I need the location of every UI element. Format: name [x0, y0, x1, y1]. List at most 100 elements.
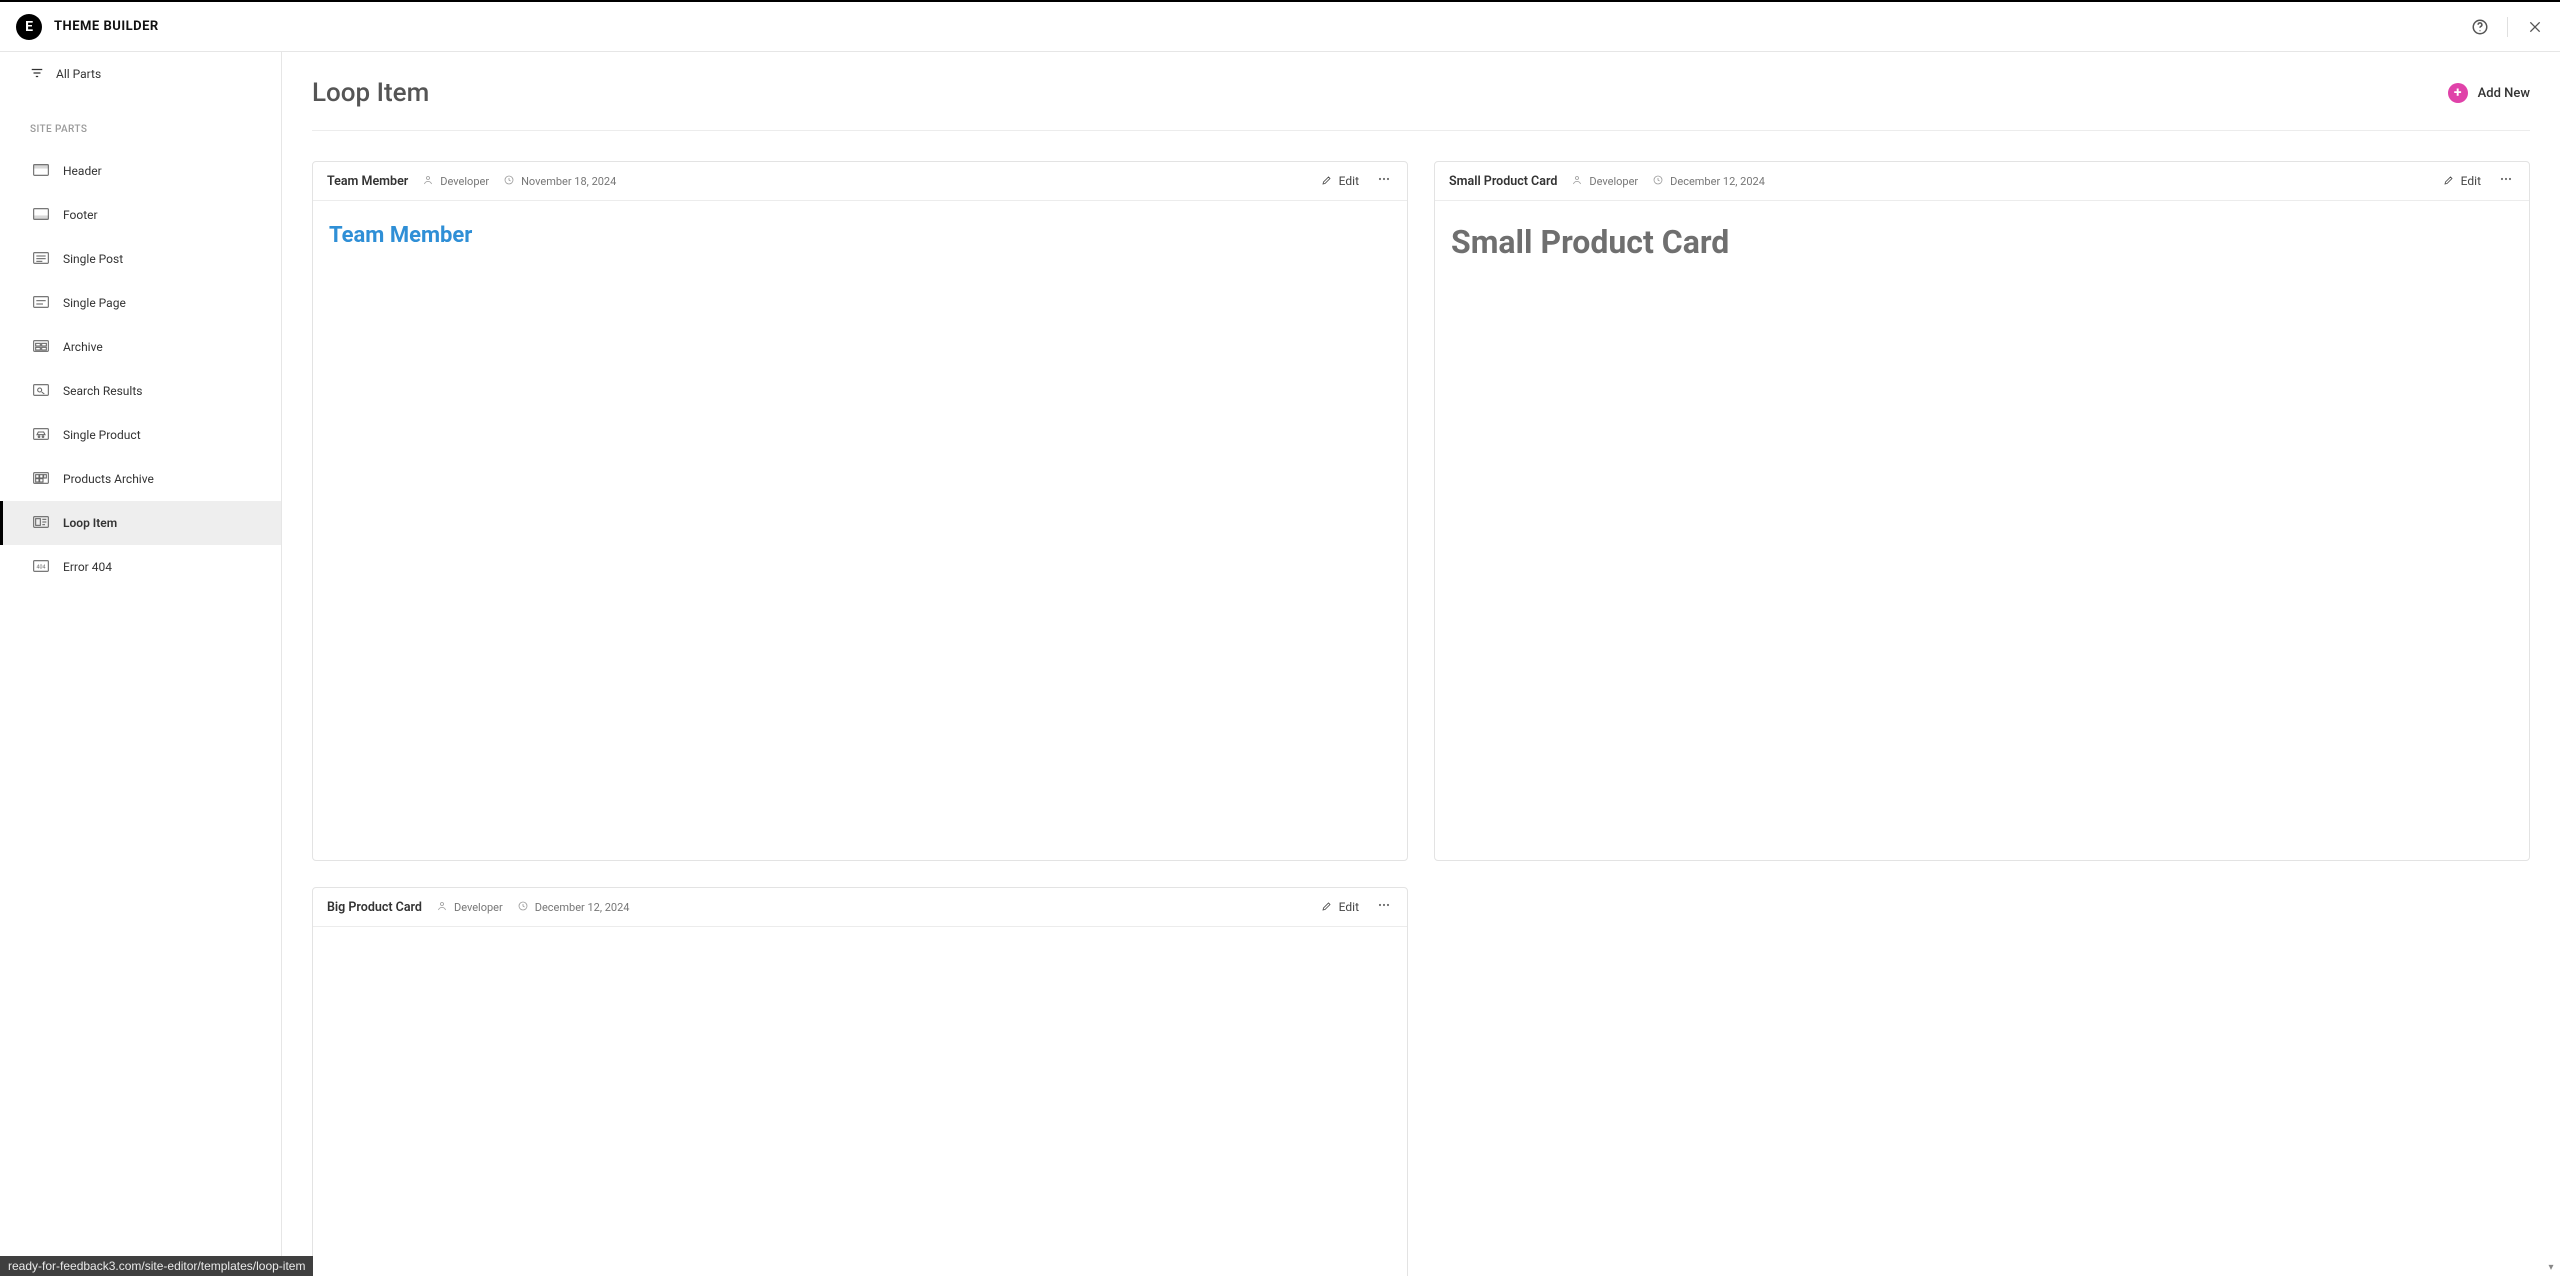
card-actions: Edit [2443, 172, 2515, 190]
card-body[interactable] [313, 927, 1407, 1276]
more-icon [1376, 897, 1392, 917]
shell: All Parts SITE PARTS Header Footer Singl… [0, 52, 2560, 1276]
sidebar-item-label: Loop Item [63, 516, 117, 530]
card-date-label: December 12, 2024 [535, 901, 630, 914]
template-card: Big Product Card Developer December 12, … [312, 887, 1408, 1276]
pencil-icon [2443, 174, 2455, 189]
card-author-label: Developer [440, 175, 489, 188]
edit-label: Edit [1339, 174, 1359, 188]
sidebar-item-loop-item[interactable]: Loop Item [0, 501, 281, 545]
sidebar-item-label: Footer [63, 208, 98, 222]
logo-badge: E [16, 14, 42, 40]
separator [2507, 17, 2508, 37]
topbar-right [2471, 17, 2544, 37]
sidebar-item-single-page[interactable]: Single Page [0, 281, 281, 325]
card-actions: Edit [1321, 898, 1393, 916]
card-date-label: December 12, 2024 [1670, 175, 1765, 188]
statusbar: ready-for-feedback3.com/site-editor/temp… [0, 1256, 313, 1276]
card-title: Small Product Card [1449, 174, 1557, 189]
user-icon [1571, 174, 1583, 189]
single-post-icon [33, 252, 49, 267]
card-date: November 18, 2024 [503, 174, 616, 189]
sidebar-item-label: Single Post [63, 252, 123, 266]
products-archive-icon [33, 472, 49, 487]
sidebar-item-label: Header [63, 164, 102, 178]
svg-text:404: 404 [37, 564, 46, 570]
card-author: Developer [422, 174, 489, 189]
sidebar-item-error-404[interactable]: 404 Error 404 [0, 545, 281, 589]
sidebar-item-label: Products Archive [63, 472, 154, 486]
edit-label: Edit [1339, 900, 1359, 914]
sidebar-item-label: Error 404 [63, 560, 112, 574]
user-icon [422, 174, 434, 189]
card-title: Team Member [327, 174, 408, 189]
card-head: Team Member Developer November 18, 2024 … [313, 162, 1407, 201]
card-body[interactable]: Small Product Card [1435, 201, 2529, 860]
sidebar-item-footer[interactable]: Footer [0, 193, 281, 237]
error-404-icon: 404 [33, 560, 49, 575]
more-options-button[interactable] [1375, 898, 1393, 916]
card-author-label: Developer [1589, 175, 1638, 188]
card-date: December 12, 2024 [517, 900, 630, 915]
loop-item-icon [33, 516, 49, 531]
page-head: Loop Item + Add New [312, 70, 2530, 131]
sidebar-item-label: Single Page [63, 296, 126, 310]
user-icon [436, 900, 448, 915]
close-icon[interactable] [2526, 18, 2544, 36]
template-card: Small Product Card Developer December 12… [1434, 161, 2530, 861]
archive-icon [33, 340, 49, 355]
sidebar-item-archive[interactable]: Archive [0, 325, 281, 369]
edit-button[interactable]: Edit [1321, 174, 1359, 189]
card-meta: Small Product Card Developer December 12… [1449, 174, 1765, 189]
app-title: THEME BUILDER [54, 19, 159, 34]
more-options-button[interactable] [1375, 172, 1393, 190]
filter-icon [30, 66, 44, 83]
card-body[interactable]: Team Member [313, 201, 1407, 860]
more-icon [2498, 171, 2514, 191]
card-date: December 12, 2024 [1652, 174, 1765, 189]
card-head: Big Product Card Developer December 12, … [313, 888, 1407, 927]
scroll-down-icon[interactable]: ▾ [2544, 1260, 2558, 1274]
sidebar-item-header[interactable]: Header [0, 149, 281, 193]
footer-icon [33, 208, 49, 223]
card-author: Developer [436, 900, 503, 915]
pencil-icon [1321, 900, 1333, 915]
sidebar-section-title: SITE PARTS [0, 96, 281, 149]
template-card: Team Member Developer November 18, 2024 … [312, 161, 1408, 861]
main: Loop Item + Add New Team Member Develope… [282, 52, 2560, 1276]
card-author: Developer [1571, 174, 1638, 189]
edit-button[interactable]: Edit [2443, 174, 2481, 189]
single-page-icon [33, 296, 49, 311]
sidebar-item-label: Archive [63, 340, 103, 354]
sidebar-all-parts[interactable]: All Parts [0, 52, 281, 96]
add-new-label: Add New [2478, 86, 2530, 101]
more-options-button[interactable] [2497, 172, 2515, 190]
more-icon [1376, 171, 1392, 191]
header-icon [33, 164, 49, 179]
topbar: E THEME BUILDER [0, 0, 2560, 52]
sidebar-item-single-product[interactable]: Single Product [0, 413, 281, 457]
clock-icon [1652, 174, 1664, 189]
card-author-label: Developer [454, 901, 503, 914]
card-meta: Team Member Developer November 18, 2024 [327, 174, 616, 189]
add-new-button[interactable]: + Add New [2448, 83, 2530, 103]
clock-icon [517, 900, 529, 915]
sidebar-list: Header Footer Single Post Single Page Ar… [0, 149, 281, 589]
sidebar-item-products-archive[interactable]: Products Archive [0, 457, 281, 501]
sidebar: All Parts SITE PARTS Header Footer Singl… [0, 52, 282, 1276]
sidebar-all-parts-label: All Parts [56, 67, 101, 81]
sidebar-item-search-results[interactable]: Search Results [0, 369, 281, 413]
edit-label: Edit [2461, 174, 2481, 188]
sidebar-item-label: Single Product [63, 428, 141, 442]
pencil-icon [1321, 174, 1333, 189]
page-title: Loop Item [312, 78, 429, 108]
search-results-icon [33, 384, 49, 399]
single-product-icon [33, 428, 49, 443]
card-preview-heading: Team Member [329, 223, 1391, 248]
sidebar-item-single-post[interactable]: Single Post [0, 237, 281, 281]
topbar-left: E THEME BUILDER [16, 14, 159, 40]
help-icon[interactable] [2471, 18, 2489, 36]
edit-button[interactable]: Edit [1321, 900, 1359, 915]
plus-icon: + [2448, 83, 2468, 103]
card-title: Big Product Card [327, 900, 422, 915]
